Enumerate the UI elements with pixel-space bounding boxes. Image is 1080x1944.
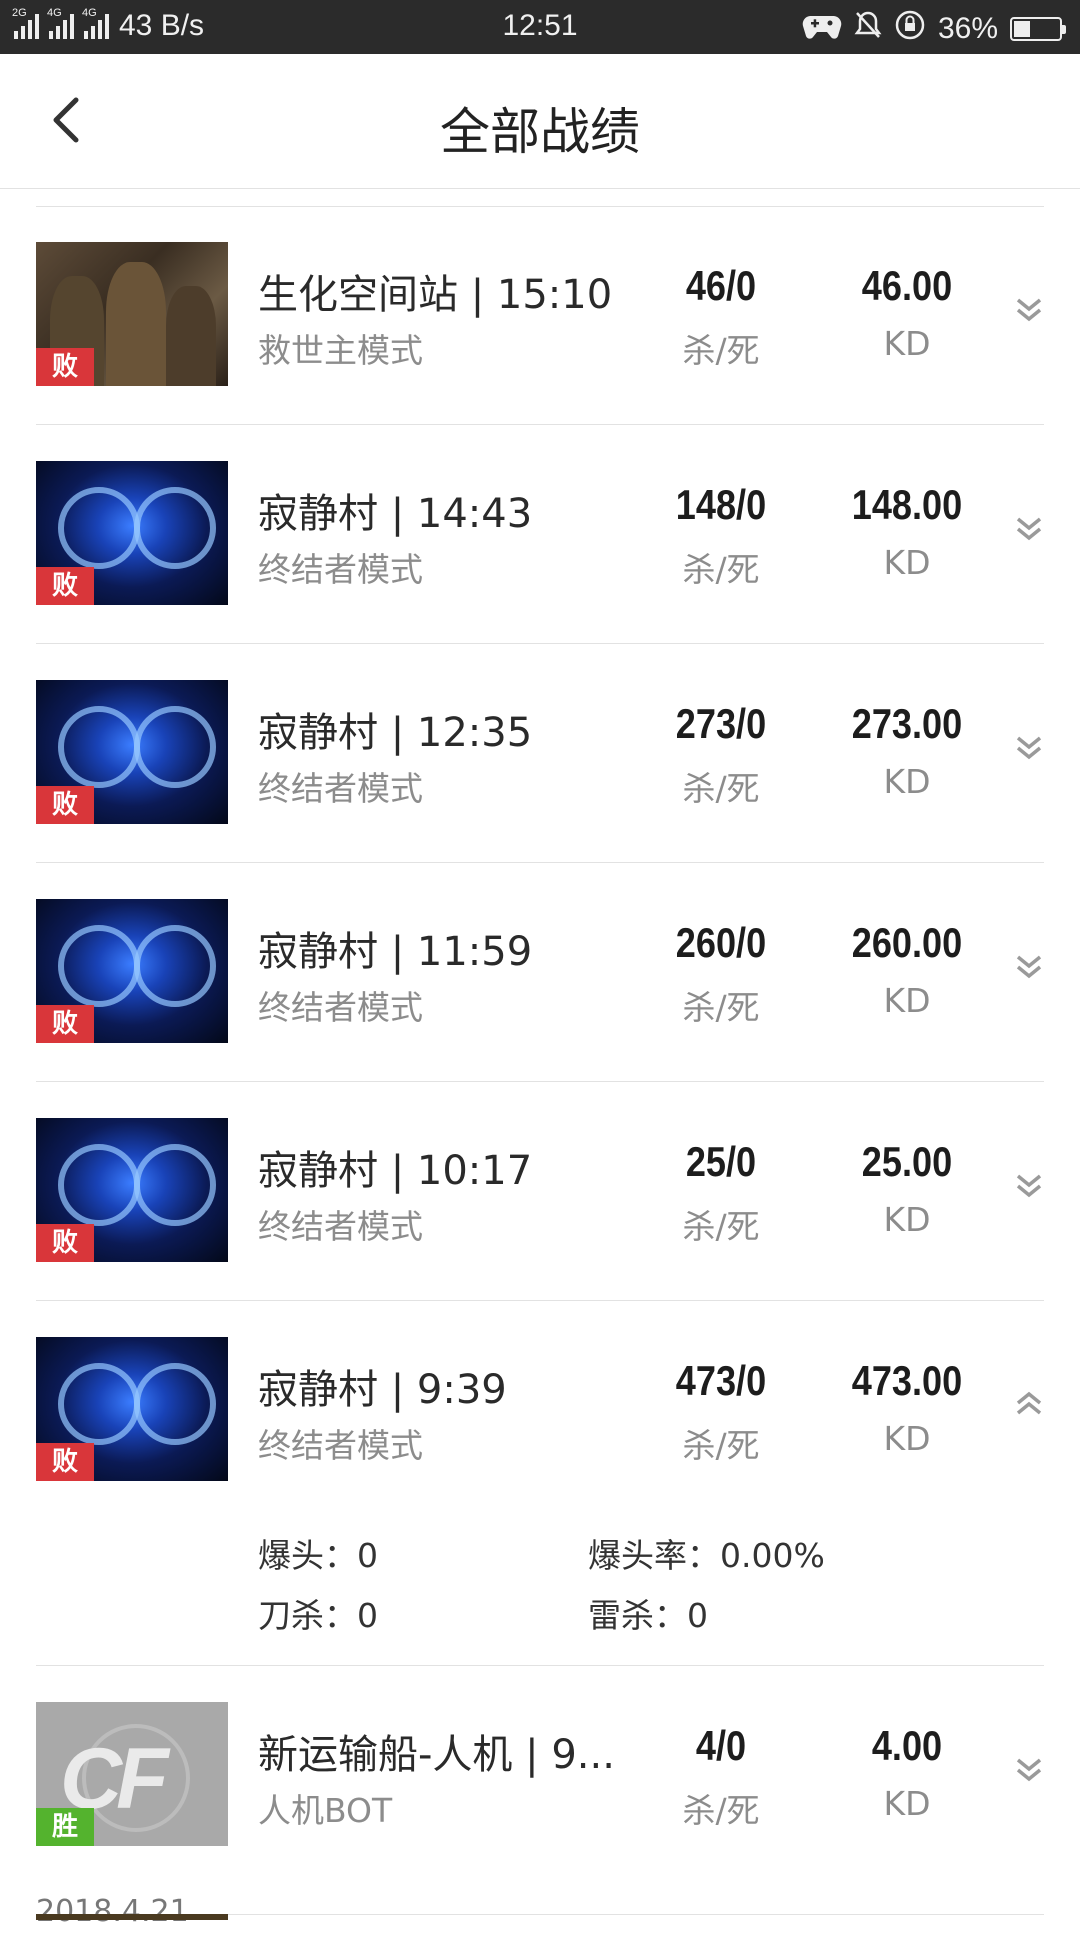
status-right: 36% — [802, 9, 1066, 49]
grenade-kill-count: 雷杀：0 — [588, 1596, 708, 1635]
date-label: 2018.4.21 — [36, 1894, 189, 1929]
match-row[interactable]: 败 寂静村 | 14:43 终结者模式 148/0 杀/死 148.00 KD — [36, 425, 1044, 644]
kills-deaths-value: 273/0 — [675, 700, 767, 747]
bell-muted-icon — [854, 10, 882, 48]
headshot-count: 爆头：0 — [258, 1536, 378, 1575]
map-title: 新运输船-人机 | 9... — [258, 1732, 615, 1778]
game-mode: 终结者模式 — [258, 988, 423, 1027]
double-chevron-down-icon — [1016, 1758, 1042, 1782]
map-thumbnail: 败 — [36, 899, 228, 1043]
status-bar: 2G 4G 4G 43 B/s 12:51 36% — [0, 0, 1080, 54]
double-chevron-up-icon — [1016, 1391, 1042, 1415]
map-thumbnail: 败 — [36, 1337, 228, 1481]
kills-deaths-caption: 杀/死 — [682, 331, 760, 370]
battery-percent: 36% — [937, 12, 998, 45]
result-badge: 败 — [36, 348, 94, 386]
map-title: 寂静村 | 12:35 — [258, 710, 533, 756]
match-row[interactable]: 败 寂静村 | 11:59 终结者模式 260/0 杀/死 260.00 KD — [36, 863, 1044, 1082]
kills-deaths-value: 473/0 — [675, 1357, 767, 1404]
expand-button[interactable] — [1014, 290, 1044, 330]
battery-icon — [1010, 17, 1066, 41]
map-title: 寂静村 | 9:39 — [258, 1367, 507, 1413]
game-mode: 终结者模式 — [258, 550, 423, 589]
kills-deaths-caption: 杀/死 — [682, 1426, 760, 1465]
kills-deaths-caption: 杀/死 — [682, 769, 760, 808]
kd-value: 46.00 — [861, 262, 953, 309]
rotation-lock-icon — [894, 9, 926, 49]
date-divider — [204, 1914, 1044, 1915]
match-row[interactable]: 败 生化空间站 | 15:10 救世主模式 46/0 杀/死 46.00 KD — [36, 206, 1044, 425]
game-mode: 终结者模式 — [258, 1207, 423, 1246]
map-title: 生化空间站 | 15:10 — [258, 272, 613, 318]
double-chevron-down-icon — [1016, 736, 1042, 760]
double-chevron-down-icon — [1016, 517, 1042, 541]
match-row[interactable]: 败 寂静村 | 10:17 终结者模式 25/0 杀/死 25.00 KD — [36, 1082, 1044, 1301]
game-mode: 救世主模式 — [258, 331, 423, 370]
kd-caption: KD — [883, 543, 931, 582]
double-chevron-down-icon — [1016, 1174, 1042, 1198]
kills-deaths-value: 148/0 — [675, 481, 767, 528]
game-mode: 终结者模式 — [258, 1426, 423, 1465]
expand-button[interactable] — [1014, 509, 1044, 549]
result-badge: 败 — [36, 1224, 94, 1262]
kd-value: 4.00 — [871, 1722, 943, 1769]
kills-deaths-caption: 杀/死 — [682, 1207, 760, 1246]
map-title: 寂静村 | 10:17 — [258, 1148, 533, 1194]
kd-caption: KD — [883, 1419, 931, 1458]
map-title: 寂静村 | 11:59 — [258, 929, 533, 975]
kd-caption: KD — [883, 1784, 931, 1823]
expand-button[interactable] — [1014, 1166, 1044, 1206]
map-thumbnail: 败 — [36, 680, 228, 824]
result-badge: 胜 — [36, 1808, 94, 1846]
game-mode: 人机BOT — [258, 1791, 393, 1830]
result-badge: 败 — [36, 786, 94, 824]
kills-deaths-caption: 杀/死 — [682, 550, 760, 589]
kills-deaths-caption: 杀/死 — [682, 988, 760, 1027]
map-title: 寂静村 | 14:43 — [258, 491, 533, 537]
expand-button[interactable] — [1014, 728, 1044, 768]
app-header: 全部战绩 — [0, 54, 1080, 189]
kd-value: 473.00 — [851, 1357, 963, 1404]
knife-kill-count: 刀杀：0 — [258, 1596, 378, 1635]
kd-value: 273.00 — [851, 700, 963, 747]
battery-fill — [1014, 21, 1030, 37]
gamepad-icon — [802, 12, 842, 46]
kills-deaths-value: 25/0 — [685, 1138, 757, 1185]
kills-deaths-value: 260/0 — [675, 919, 767, 966]
kills-deaths-value: 4/0 — [695, 1722, 747, 1769]
kills-deaths-value: 46/0 — [685, 262, 757, 309]
result-badge: 败 — [36, 1443, 94, 1481]
kd-caption: KD — [883, 981, 931, 1020]
match-list[interactable]: 败生化空间站 | 15:10 救世主模式 46/0 杀/死 46.00 KD 败寂静村 | … — [0, 206, 1080, 1944]
kd-caption: KD — [883, 324, 931, 363]
kd-caption: KD — [883, 1200, 931, 1239]
headshot-rate: 爆头率：0.00% — [588, 1536, 825, 1575]
collapse-button[interactable] — [1014, 1385, 1044, 1425]
expand-button[interactable] — [1014, 1750, 1044, 1790]
double-chevron-down-icon — [1016, 955, 1042, 979]
match-row[interactable]: 败 寂静村 | 12:35 终结者模式 273/0 杀/死 273.00 KD — [36, 644, 1044, 863]
map-thumbnail: 败 — [36, 1118, 228, 1262]
match-row[interactable]: CF 胜新运输船-人机 | 9... 人机BOT 4/0 杀/死 4.00 KD — [36, 1666, 1044, 1884]
map-thumbnail: 败 — [36, 461, 228, 605]
kd-value: 25.00 — [861, 1138, 953, 1185]
map-thumbnail: CF 胜 — [36, 1702, 228, 1846]
expand-button[interactable] — [1014, 947, 1044, 987]
next-row-thumbnail — [36, 1914, 228, 1920]
kd-value: 260.00 — [851, 919, 963, 966]
match-row[interactable]: 败 寂静村 | 9:39 终结者模式 473/0 杀/死 473.00 KD 爆头：0 爆头率：… — [36, 1301, 1044, 1666]
page-title: 全部战绩 — [440, 103, 640, 161]
kills-deaths-caption: 杀/死 — [682, 1791, 760, 1830]
kd-caption: KD — [883, 762, 931, 801]
kd-value: 148.00 — [851, 481, 963, 528]
game-mode: 终结者模式 — [258, 769, 423, 808]
result-badge: 败 — [36, 567, 94, 605]
map-thumbnail: 败 — [36, 242, 228, 386]
result-badge: 败 — [36, 1005, 94, 1043]
double-chevron-down-icon — [1016, 298, 1042, 322]
